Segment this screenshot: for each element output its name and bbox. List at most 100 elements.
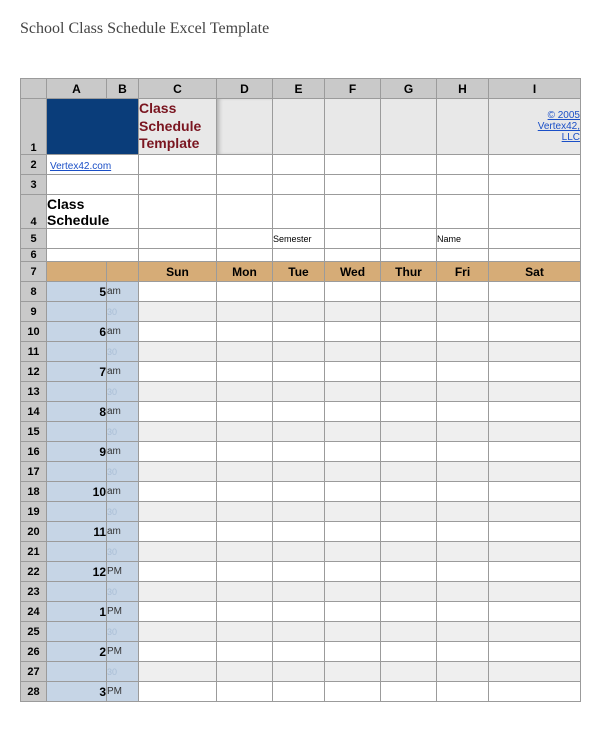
cell-C4[interactable] bbox=[139, 195, 217, 229]
slot-sat[interactable] bbox=[489, 502, 581, 522]
slot-mon[interactable] bbox=[217, 282, 273, 302]
row-head[interactable]: 10 bbox=[21, 322, 47, 342]
slot-mon[interactable] bbox=[217, 662, 273, 682]
row-head[interactable]: 26 bbox=[21, 642, 47, 662]
ampm-cell[interactable]: 30 bbox=[107, 462, 139, 482]
slot-thur[interactable] bbox=[381, 282, 437, 302]
slot-thur[interactable] bbox=[381, 502, 437, 522]
slot-mon[interactable] bbox=[217, 622, 273, 642]
cell-G6[interactable] bbox=[381, 249, 437, 262]
cell-D5[interactable] bbox=[217, 229, 273, 249]
slot-fri[interactable] bbox=[437, 362, 489, 382]
hour-cell[interactable]: 8 bbox=[47, 402, 107, 422]
hour-cell[interactable] bbox=[47, 302, 107, 322]
slot-sat[interactable] bbox=[489, 602, 581, 622]
slot-mon[interactable] bbox=[217, 642, 273, 662]
row-head[interactable]: 24 bbox=[21, 602, 47, 622]
slot-tue[interactable] bbox=[273, 662, 325, 682]
cell-semester-label[interactable]: Semester bbox=[273, 229, 325, 249]
row-head[interactable]: 11 bbox=[21, 342, 47, 362]
slot-fri[interactable] bbox=[437, 682, 489, 702]
slot-sun[interactable] bbox=[139, 342, 217, 362]
cell-E4[interactable] bbox=[273, 195, 325, 229]
slot-wed[interactable] bbox=[325, 602, 381, 622]
slot-thur[interactable] bbox=[381, 382, 437, 402]
slot-sun[interactable] bbox=[139, 642, 217, 662]
slot-thur[interactable] bbox=[381, 562, 437, 582]
slot-sat[interactable] bbox=[489, 582, 581, 602]
slot-fri[interactable] bbox=[437, 322, 489, 342]
hour-cell[interactable]: 1 bbox=[47, 602, 107, 622]
slot-sun[interactable] bbox=[139, 562, 217, 582]
cell-D3[interactable] bbox=[217, 175, 273, 195]
slot-thur[interactable] bbox=[381, 322, 437, 342]
slot-fri[interactable] bbox=[437, 642, 489, 662]
slot-sun[interactable] bbox=[139, 522, 217, 542]
slot-thur[interactable] bbox=[381, 642, 437, 662]
cell-A5[interactable] bbox=[47, 229, 139, 249]
slot-fri[interactable] bbox=[437, 622, 489, 642]
hour-cell[interactable]: 5 bbox=[47, 282, 107, 302]
cell-logo-navy[interactable] bbox=[47, 99, 139, 155]
hour-cell[interactable] bbox=[47, 382, 107, 402]
slot-mon[interactable] bbox=[217, 542, 273, 562]
slot-wed[interactable] bbox=[325, 582, 381, 602]
cell-I4[interactable] bbox=[489, 195, 581, 229]
slot-tue[interactable] bbox=[273, 302, 325, 322]
row-head[interactable]: 17 bbox=[21, 462, 47, 482]
hour-cell[interactable]: 9 bbox=[47, 442, 107, 462]
slot-tue[interactable] bbox=[273, 462, 325, 482]
row-head[interactable]: 22 bbox=[21, 562, 47, 582]
slot-tue[interactable] bbox=[273, 362, 325, 382]
hour-cell[interactable] bbox=[47, 582, 107, 602]
slot-tue[interactable] bbox=[273, 382, 325, 402]
slot-wed[interactable] bbox=[325, 462, 381, 482]
vertex42-link[interactable]: Vertex42.com bbox=[50, 161, 111, 172]
slot-tue[interactable] bbox=[273, 502, 325, 522]
day-head-blank-B[interactable] bbox=[107, 262, 139, 282]
slot-tue[interactable] bbox=[273, 342, 325, 362]
ampm-cell[interactable]: PM bbox=[107, 682, 139, 702]
ampm-cell[interactable]: 30 bbox=[107, 422, 139, 442]
slot-mon[interactable] bbox=[217, 522, 273, 542]
row-head[interactable]: 12 bbox=[21, 362, 47, 382]
hour-cell[interactable]: 6 bbox=[47, 322, 107, 342]
slot-wed[interactable] bbox=[325, 362, 381, 382]
ampm-cell[interactable]: PM bbox=[107, 642, 139, 662]
slot-sat[interactable] bbox=[489, 482, 581, 502]
slot-sun[interactable] bbox=[139, 302, 217, 322]
row-head[interactable]: 23 bbox=[21, 582, 47, 602]
slot-tue[interactable] bbox=[273, 442, 325, 462]
row-head[interactable]: 14 bbox=[21, 402, 47, 422]
ampm-cell[interactable]: PM bbox=[107, 562, 139, 582]
slot-tue[interactable] bbox=[273, 542, 325, 562]
slot-mon[interactable] bbox=[217, 582, 273, 602]
slot-sat[interactable] bbox=[489, 322, 581, 342]
ampm-cell[interactable]: 30 bbox=[107, 342, 139, 362]
copyright-link-2[interactable]: Vertex42, bbox=[538, 121, 580, 132]
slot-sun[interactable] bbox=[139, 402, 217, 422]
slot-sat[interactable] bbox=[489, 642, 581, 662]
ampm-cell[interactable]: am bbox=[107, 442, 139, 462]
ampm-cell[interactable]: am bbox=[107, 522, 139, 542]
slot-mon[interactable] bbox=[217, 302, 273, 322]
slot-mon[interactable] bbox=[217, 682, 273, 702]
hour-cell[interactable]: 11 bbox=[47, 522, 107, 542]
ampm-cell[interactable]: 30 bbox=[107, 382, 139, 402]
copyright-link-1[interactable]: © 2005 bbox=[548, 110, 580, 121]
slot-mon[interactable] bbox=[217, 462, 273, 482]
cell-G1[interactable] bbox=[381, 99, 437, 155]
ampm-cell[interactable]: am bbox=[107, 282, 139, 302]
ampm-cell[interactable]: PM bbox=[107, 602, 139, 622]
cell-class-schedule-label[interactable]: Class Schedule bbox=[47, 195, 139, 229]
slot-tue[interactable] bbox=[273, 402, 325, 422]
ampm-cell[interactable]: 30 bbox=[107, 502, 139, 522]
cell-E3[interactable] bbox=[273, 175, 325, 195]
cell-E2[interactable] bbox=[273, 155, 325, 175]
row-head[interactable]: 21 bbox=[21, 542, 47, 562]
cell-H4[interactable] bbox=[437, 195, 489, 229]
row-head-3[interactable]: 3 bbox=[21, 175, 47, 195]
slot-sun[interactable] bbox=[139, 322, 217, 342]
slot-tue[interactable] bbox=[273, 522, 325, 542]
slot-sat[interactable] bbox=[489, 522, 581, 542]
